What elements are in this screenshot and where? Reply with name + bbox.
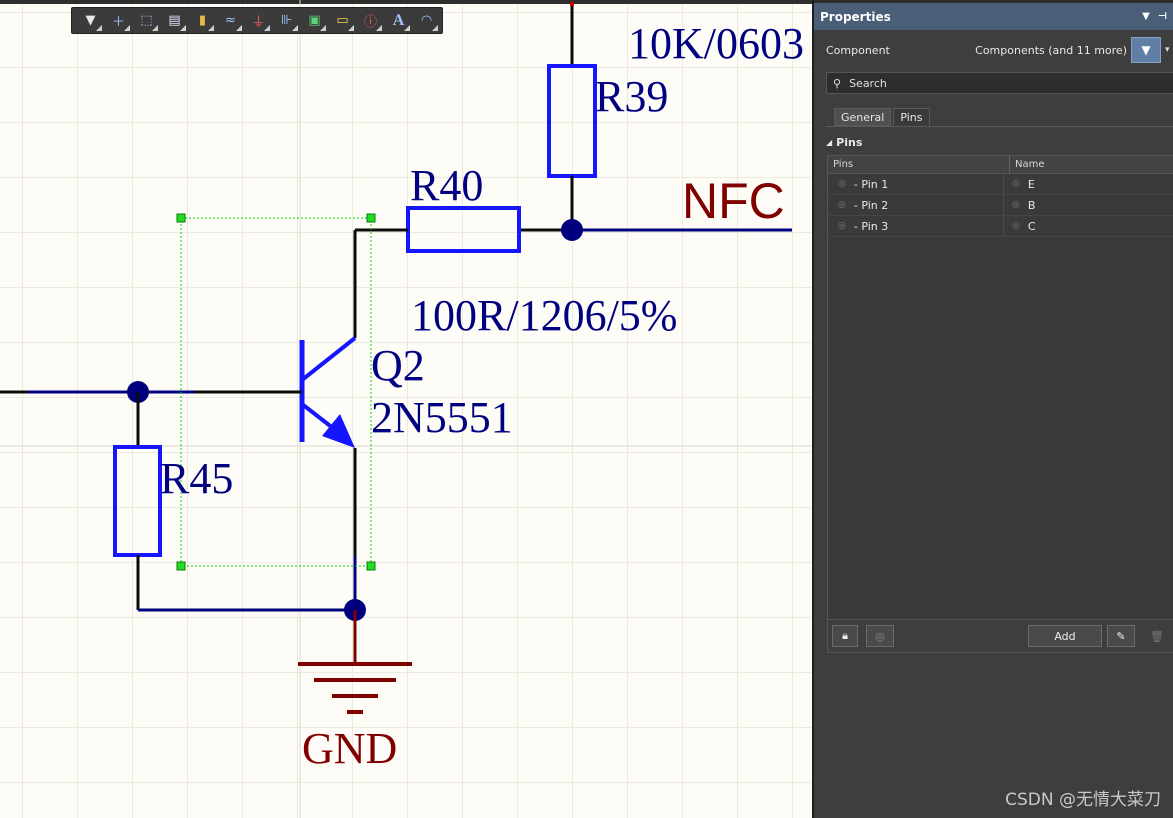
pin-panel-icon[interactable]: ⊣ [1158,11,1167,22]
pencil-icon: ✎ [1116,629,1126,643]
visibility-icon[interactable]: ◎ [1012,179,1020,189]
wire-icon[interactable]: ≈ [218,10,243,32]
text-icon[interactable]: A [386,10,411,32]
panel-title: Properties [820,9,891,24]
grid-header: Pins Name [828,156,1173,174]
crosshair-icon[interactable]: ＋ [106,10,131,32]
port-icon[interactable]: ▭ [330,10,355,32]
panel-tabs: General Pins [834,108,1173,126]
hide-button[interactable]: ◎ [866,625,894,647]
selection-handle[interactable] [176,561,186,571]
r39-value-label[interactable]: 10K/0603 [628,19,804,68]
gnd-label[interactable]: GND [302,724,397,773]
column-name[interactable]: Name [1010,159,1045,170]
visibility-icon[interactable]: ◎ [1012,200,1020,210]
filter-dropdown-icon[interactable]: ▾ [1165,45,1173,55]
schematic-drawing: 10K/0603 R39 R40 NFC 100R/1206/5% Q2 2N5… [0,0,812,818]
selection-handle[interactable] [176,213,186,223]
pins-section-header[interactable]: ◢ Pins [826,133,1173,151]
pin-designator: - Pin 2 [853,198,889,212]
arc-icon[interactable]: ◠ [414,10,439,32]
visibility-icon[interactable]: ◎ [1012,221,1020,231]
q2-part-label[interactable]: 2N5551 [371,393,513,442]
r40-value-label[interactable]: 100R/1206/5% [411,291,677,340]
net-label-nfc[interactable]: NFC [682,173,785,229]
search-icon: ⚲ [833,76,842,90]
pins-grid: Pins Name ◎ - Pin 1 ◎ E ◎ - Pin 2 ◎ B ◎ - Pin… [827,155,1173,653]
resistor-r40[interactable] [406,206,521,253]
align-icon[interactable]: ▤ [162,10,187,32]
power-icon[interactable]: ⏚ [246,10,271,32]
column-pins[interactable]: Pins [828,156,1010,173]
search-box[interactable]: ⚲ Search [826,72,1173,94]
table-row[interactable]: ◎ - Pin 2 ◎ B [828,195,1173,216]
pin-name: C [1027,219,1036,233]
tab-pins[interactable]: Pins [893,108,930,126]
pins-section-title: Pins [836,135,863,149]
bus-icon[interactable]: ⊪ [274,10,299,32]
resistor-r45[interactable] [113,445,162,557]
delete-button[interactable]: 🗑︎ [1143,625,1171,647]
grid-toolbar: 🔒︎ ◎ Add ✎ 🗑︎ [828,619,1173,652]
edit-button[interactable]: ✎ [1107,625,1135,647]
junction-nfc [561,219,583,241]
table-row[interactable]: ◎ - Pin 1 ◎ E [828,174,1173,195]
collapse-triangle-icon: ◢ [826,137,833,147]
r40-designator[interactable]: R40 [410,161,483,210]
watermark: CSDN @无情大菜刀 [1005,790,1161,810]
visibility-icon[interactable]: ◎ [838,200,846,210]
q2-designator[interactable]: Q2 [371,341,425,390]
select-rect-icon[interactable]: ⬚ [134,10,159,32]
selection-handle[interactable] [366,561,376,571]
directive-icon[interactable]: ⓘ [358,10,383,32]
pin-designator: - Pin 3 [853,219,889,233]
sheet-icon[interactable]: ▣ [302,10,327,32]
search-placeholder: Search [849,76,887,90]
lock-button[interactable]: 🔒︎ [832,625,858,647]
table-row[interactable]: ◎ - Pin 3 ◎ C [828,216,1173,237]
lock-icon: 🔒︎ [842,629,848,642]
filter-icon: ▼ [1141,43,1151,57]
resistor-r39[interactable] [547,64,597,178]
panel-title-bar: Properties ▼ ⊣ [814,0,1173,30]
panel-menu-icon[interactable]: ▼ [1142,11,1150,22]
r39-designator[interactable]: R39 [595,72,668,121]
schematic-canvas[interactable]: 10K/0603 R39 R40 NFC 100R/1206/5% Q2 2N5… [0,0,812,818]
trash-icon: 🗑︎ [1150,629,1164,643]
component-label: Component [826,43,890,57]
pin-designator: - Pin 1 [853,177,889,191]
properties-panel: Properties ▼ ⊣ Component Components (and… [812,0,1173,818]
add-button[interactable]: Add [1028,625,1102,647]
pin-name: B [1027,198,1036,212]
active-bar-toolbar: ▼ ＋ ⬚ ▤ ▮ ≈ ⏚ ⊪ ▣ ▭ ⓘ A ◠ [71,7,443,34]
components-filter-text: Components (and 11 more) [975,43,1127,57]
selection-handle[interactable] [366,213,376,223]
filter-icon[interactable]: ▼ [78,10,103,32]
visibility-icon[interactable]: ◎ [838,179,846,189]
component-row: Component Components (and 11 more) ▼ ▾ [814,30,1173,70]
visibility-icon[interactable]: ◎ [838,221,846,231]
r45-designator[interactable]: R45 [160,454,233,503]
part-icon[interactable]: ▮ [190,10,215,32]
hide-icon: ◎ [875,629,885,643]
filter-button[interactable]: ▼ [1131,37,1161,63]
pin-name: E [1027,177,1035,191]
tab-general[interactable]: General [834,108,892,126]
